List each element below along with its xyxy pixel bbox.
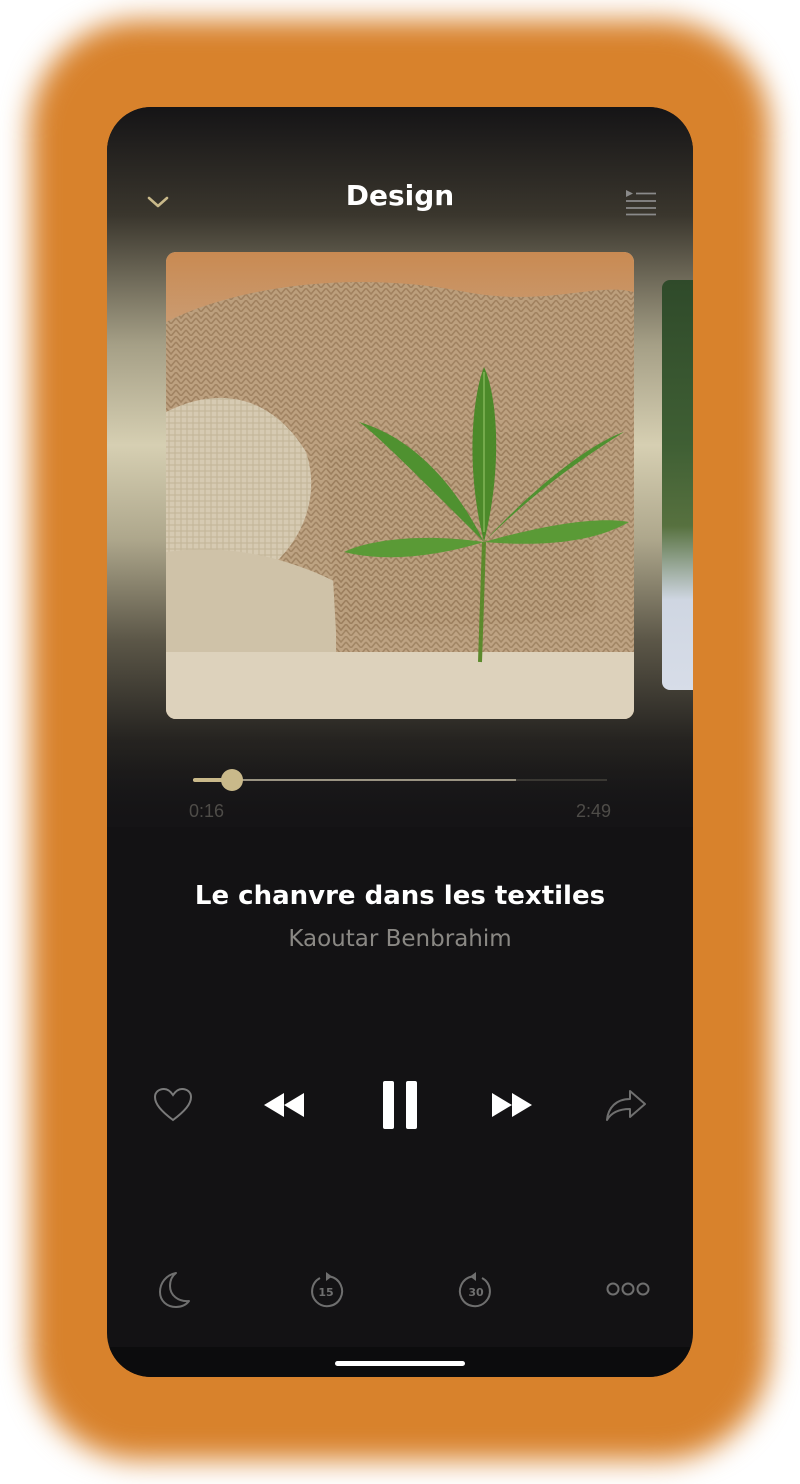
more-options-button[interactable] bbox=[603, 1273, 653, 1305]
rotate-back-icon: 15 bbox=[306, 1270, 346, 1310]
sleep-timer-button[interactable] bbox=[149, 1267, 195, 1313]
pause-button[interactable] bbox=[375, 1075, 425, 1135]
moon-icon bbox=[152, 1270, 192, 1310]
phone-screen: Design 0:16 2:49 Le chanvre dans les tex… bbox=[107, 107, 693, 1377]
page-title: Design bbox=[345, 179, 455, 212]
fast-forward-button[interactable] bbox=[487, 1087, 537, 1123]
next-artwork-peek[interactable] bbox=[662, 280, 693, 690]
rewind-icon bbox=[262, 1091, 306, 1119]
more-icon bbox=[606, 1281, 650, 1297]
pause-icon bbox=[380, 1079, 420, 1131]
skip-back-15-button[interactable]: 15 bbox=[303, 1267, 349, 1313]
share-icon bbox=[604, 1088, 648, 1122]
track-title: Le chanvre dans les textiles bbox=[194, 881, 606, 911]
track-artist: Kaoutar Benbrahim bbox=[288, 926, 512, 952]
playlist-icon bbox=[625, 188, 657, 216]
hemp-leaf-artwork bbox=[166, 252, 634, 719]
like-button[interactable] bbox=[149, 1083, 197, 1127]
rewind-button[interactable] bbox=[259, 1087, 309, 1123]
duration-time: 2:49 bbox=[575, 801, 611, 821]
progress-slider[interactable] bbox=[193, 767, 607, 793]
heart-icon bbox=[153, 1087, 193, 1123]
album-artwork[interactable] bbox=[166, 252, 634, 719]
skip-forward-label: 30 bbox=[468, 1286, 484, 1299]
home-indicator[interactable] bbox=[335, 1361, 465, 1366]
skip-back-label: 15 bbox=[318, 1286, 333, 1299]
share-button[interactable] bbox=[601, 1083, 651, 1127]
progress-thumb[interactable] bbox=[221, 769, 244, 791]
skip-forward-30-button[interactable]: 30 bbox=[453, 1267, 499, 1313]
queue-button[interactable] bbox=[621, 185, 661, 219]
elapsed-time: 0:16 bbox=[189, 801, 225, 821]
rotate-forward-icon: 30 bbox=[456, 1270, 496, 1310]
fast-forward-icon bbox=[490, 1091, 534, 1119]
